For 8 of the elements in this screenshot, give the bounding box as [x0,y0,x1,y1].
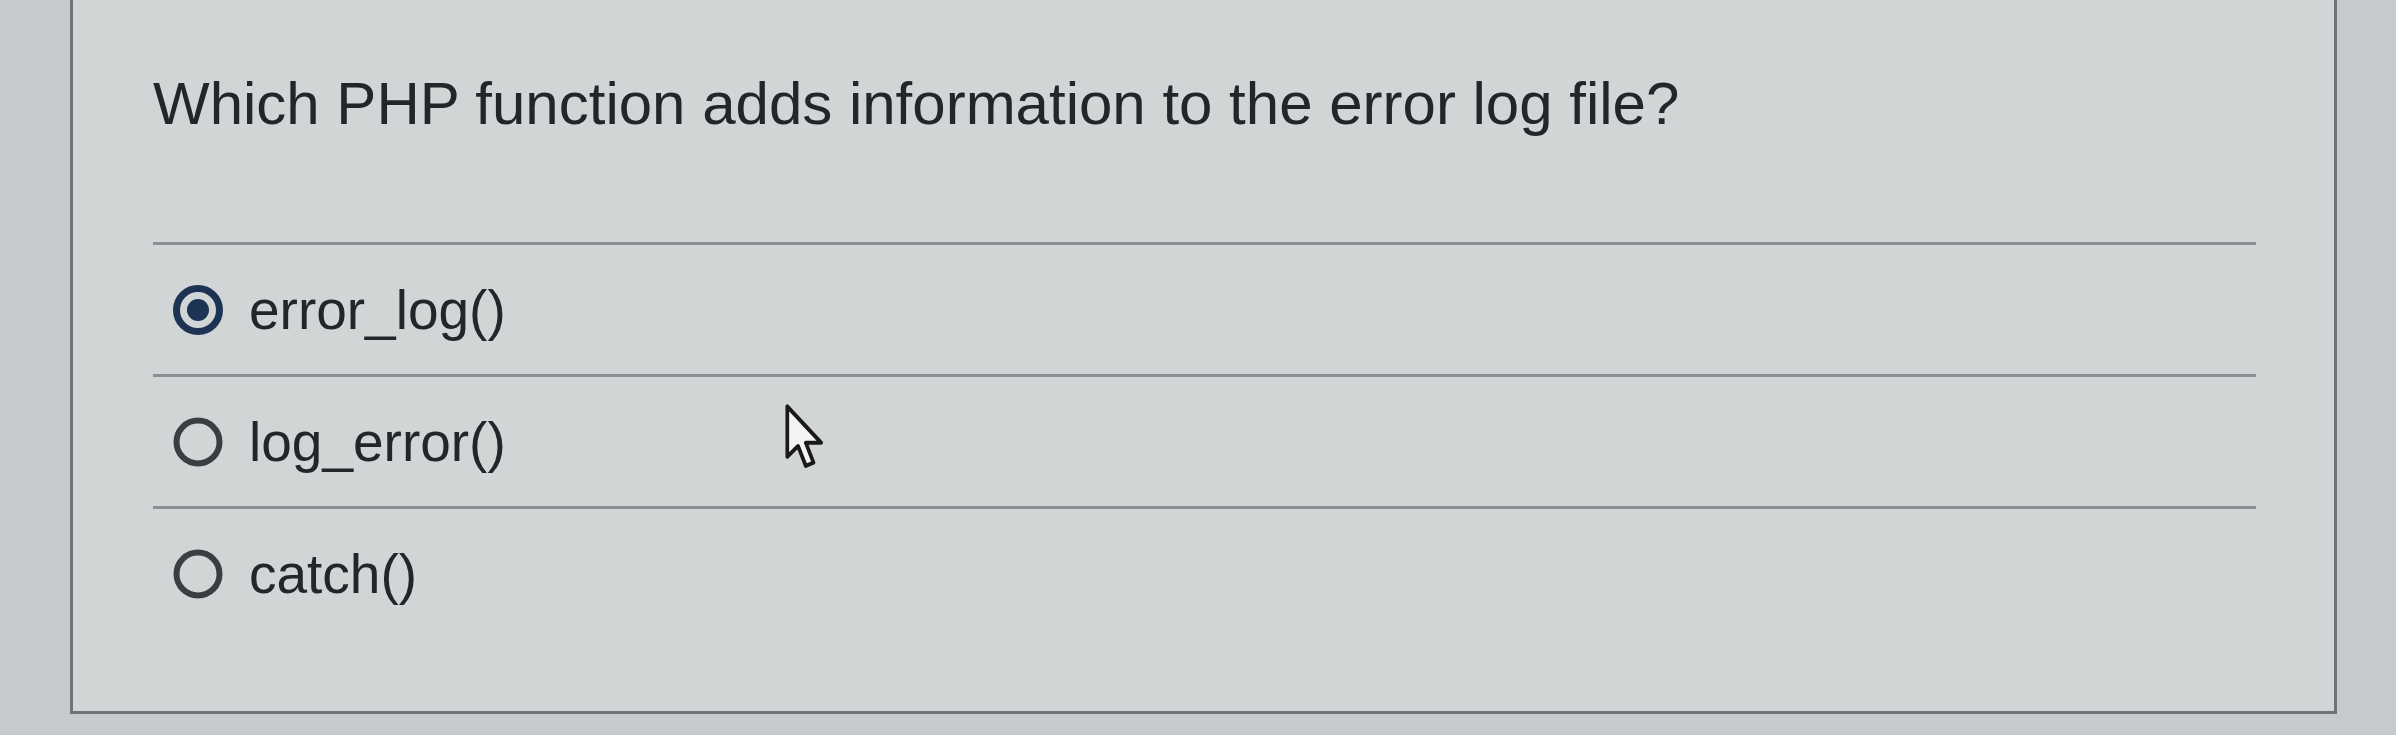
question-text: Which PHP function adds information to the error log file? [153,69,1680,139]
radio-button[interactable] [173,284,223,335]
option-label[interactable]: error_log() [249,277,506,342]
arrow-cursor-icon [785,404,825,470]
option-label[interactable]: log_error() [249,409,506,474]
radio-button[interactable] [173,548,223,599]
option-label[interactable]: catch() [249,541,418,606]
radio-button[interactable] [173,416,223,467]
